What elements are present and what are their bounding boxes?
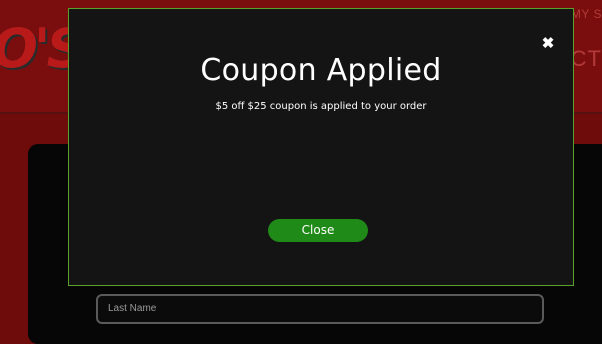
- site-logo[interactable]: O'S: [0, 14, 85, 84]
- top-nav-link[interactable]: MY S: [571, 7, 602, 21]
- modal-title: Coupon Applied: [200, 53, 442, 88]
- last-name-placeholder: Last Name: [108, 303, 157, 314]
- close-icon[interactable]: ✖: [539, 35, 557, 53]
- coupon-applied-modal: ✖ Coupon Applied $5 off $25 coupon is ap…: [68, 8, 574, 286]
- modal-message: $5 off $25 coupon is applied to your ord…: [215, 101, 427, 112]
- close-button[interactable]: Close: [268, 219, 368, 242]
